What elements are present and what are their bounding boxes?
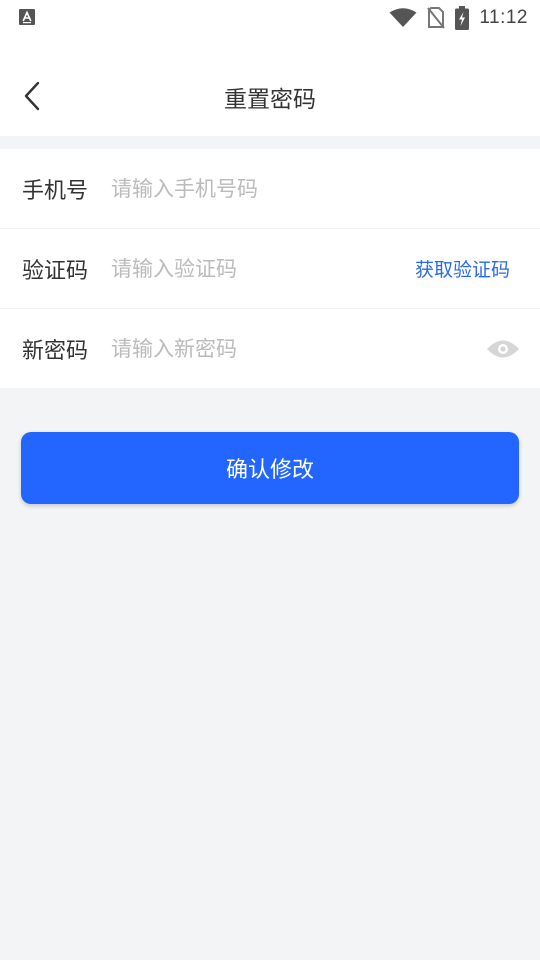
- confirm-button[interactable]: 确认修改: [21, 432, 519, 504]
- phone-input[interactable]: [111, 168, 391, 209]
- a-box-icon: [19, 9, 35, 25]
- reset-form: 手机号 验证码 获取验证码 新密码: [0, 149, 540, 388]
- phone-label: 手机号: [22, 178, 89, 204]
- password-row: 新密码: [0, 309, 540, 388]
- get-code-button[interactable]: 获取验证码: [415, 255, 510, 282]
- password-input[interactable]: [111, 328, 391, 369]
- code-row: 验证码 获取验证码: [0, 229, 540, 309]
- wifi-icon: [389, 8, 417, 27]
- page-title: 重置密码: [224, 87, 316, 113]
- status-bar: 11:12: [0, 0, 540, 36]
- password-label: 新密码: [22, 338, 89, 364]
- code-input[interactable]: [111, 248, 371, 289]
- nav-bar: 重置密码: [0, 36, 540, 136]
- battery-charging-icon: [455, 6, 470, 30]
- code-label: 验证码: [22, 258, 89, 284]
- eye-icon: [487, 340, 519, 357]
- password-visibility-toggle[interactable]: [486, 337, 520, 361]
- status-time: 11:12: [479, 7, 528, 28]
- no-sim-icon: [427, 7, 446, 29]
- phone-row: 手机号: [0, 149, 540, 229]
